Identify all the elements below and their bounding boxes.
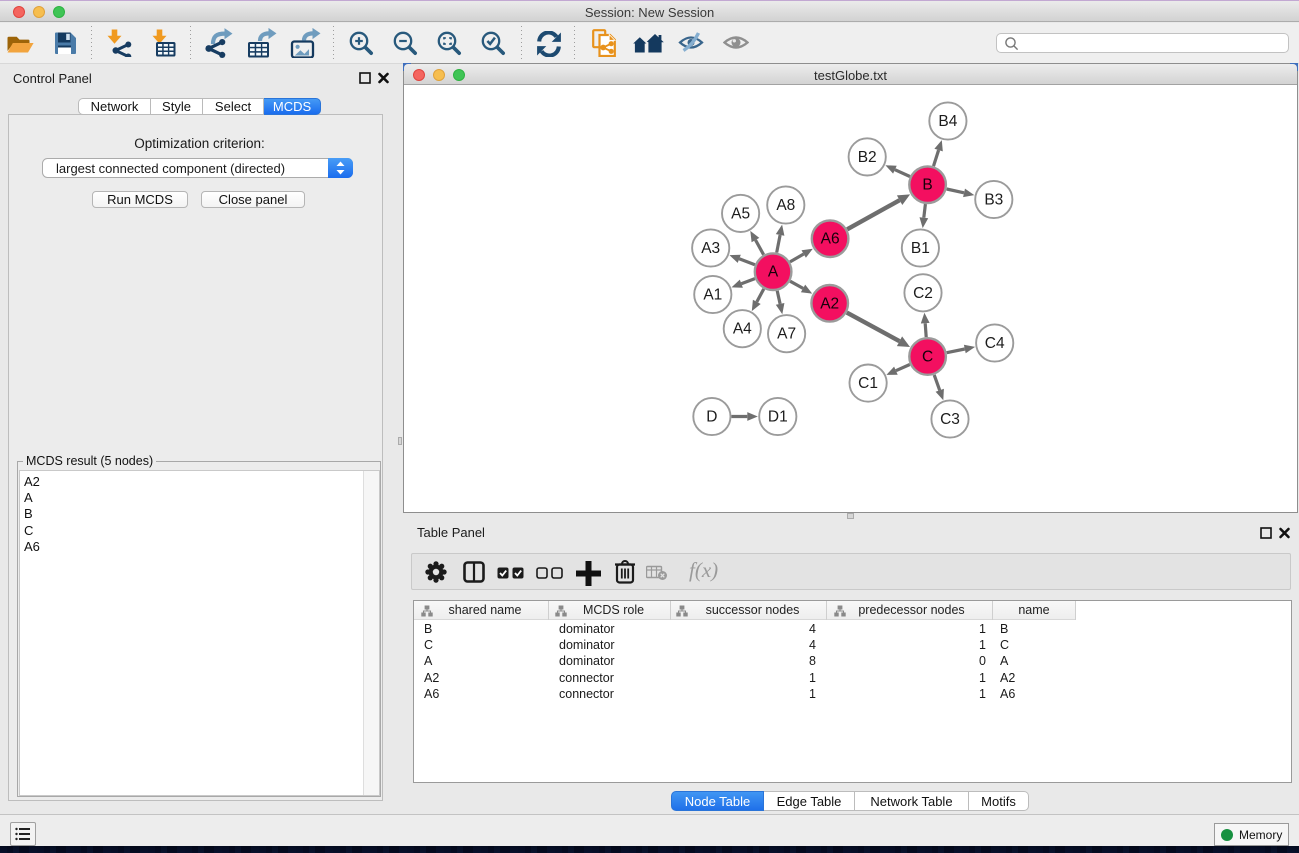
svg-text:A8: A8 xyxy=(776,197,795,214)
svg-text:A3: A3 xyxy=(701,240,720,257)
svg-text:C: C xyxy=(922,349,933,366)
svg-text:A6: A6 xyxy=(821,231,840,248)
svg-text:A5: A5 xyxy=(731,205,750,222)
svg-text:A1: A1 xyxy=(703,287,722,304)
svg-text:C3: C3 xyxy=(940,411,960,428)
svg-text:D: D xyxy=(706,409,717,426)
svg-text:A2: A2 xyxy=(820,295,839,312)
svg-text:A4: A4 xyxy=(733,321,752,338)
svg-text:A7: A7 xyxy=(777,326,796,343)
svg-text:C4: C4 xyxy=(985,335,1005,352)
svg-text:B1: B1 xyxy=(911,240,930,257)
svg-text:B: B xyxy=(922,177,932,194)
svg-text:B2: B2 xyxy=(858,149,877,166)
svg-text:B4: B4 xyxy=(938,113,957,130)
svg-text:A: A xyxy=(768,264,779,281)
svg-text:C1: C1 xyxy=(858,375,878,392)
svg-text:B3: B3 xyxy=(984,192,1003,209)
svg-text:D1: D1 xyxy=(768,409,788,426)
svg-text:C2: C2 xyxy=(913,285,933,302)
